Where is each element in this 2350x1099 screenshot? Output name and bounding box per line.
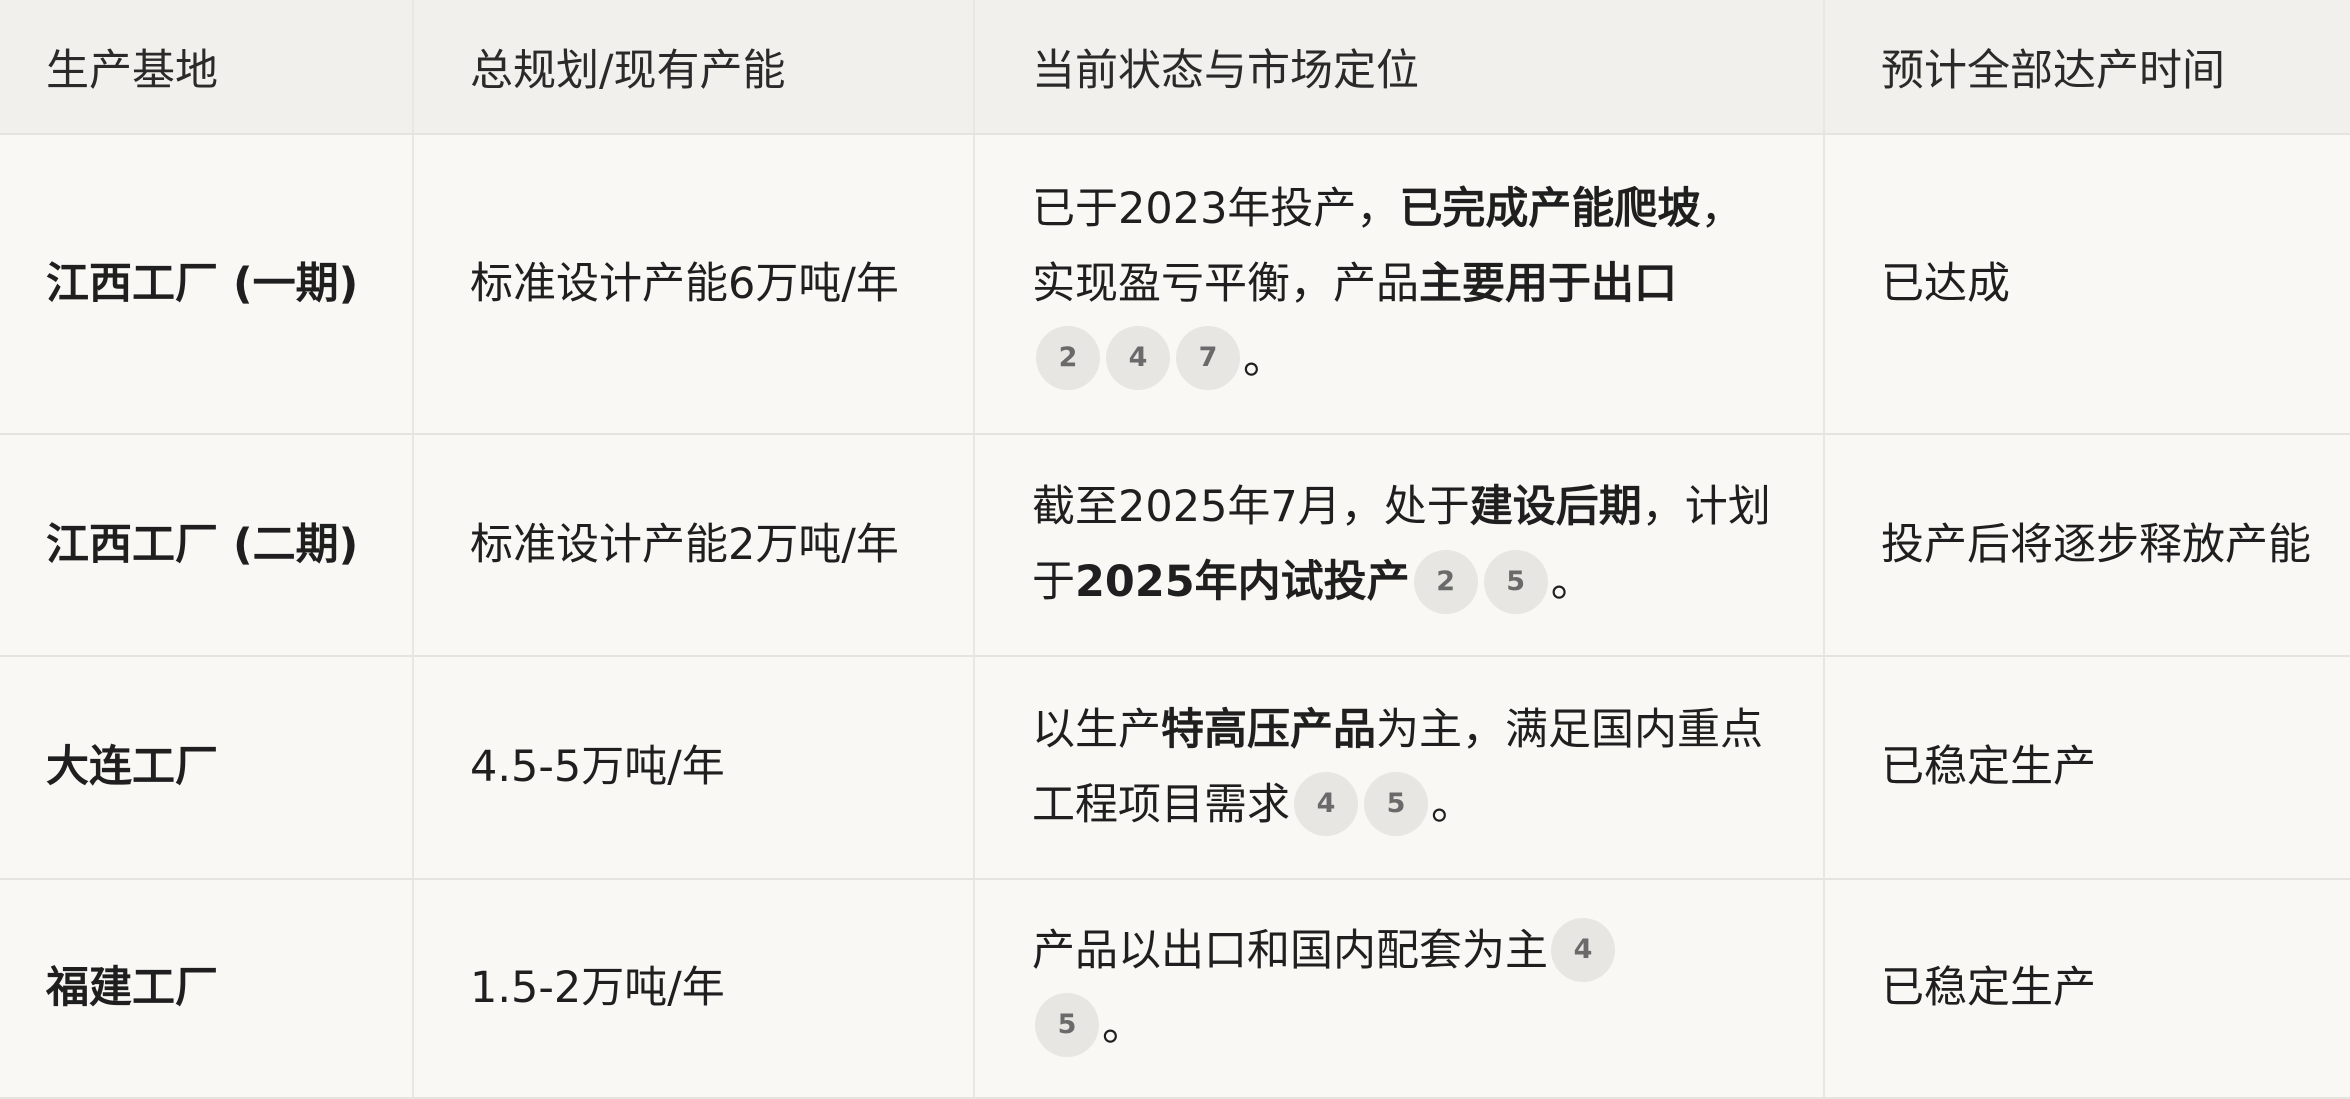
status-period: 。	[1550, 557, 1594, 607]
citation-badge[interactable]: 2	[1036, 326, 1100, 390]
capacity-cell: 1.5-2万吨/年	[413, 879, 975, 1099]
status-highlight: 特高压产品	[1161, 704, 1376, 755]
table-row: 江西工厂 (一期) 标准设计产能6万吨/年 已于2023年投产，已完成产能爬坡，…	[0, 134, 2350, 435]
citation-badge[interactable]: 4	[1551, 918, 1615, 982]
citation-badge[interactable]: 4	[1106, 326, 1170, 390]
citation-badge[interactable]: 7	[1176, 326, 1240, 390]
full-production-time-cell: 已达成	[1824, 134, 2350, 435]
header-production-base: 生产基地	[0, 0, 414, 135]
status-text: 产品以出口和国内配套为主	[1032, 925, 1548, 976]
production-base-cell: 福建工厂	[0, 879, 414, 1099]
full-production-time-cell: 投产后将逐步释放产能	[1824, 434, 2350, 657]
header-row: 生产基地 总规划/现有产能 当前状态与市场定位 预计全部达产时间	[0, 0, 2350, 135]
header-capacity: 总规划/现有产能	[413, 0, 975, 135]
citation-badge[interactable]: 5	[1364, 772, 1428, 836]
full-production-time-cell: 已稳定生产	[1824, 656, 2350, 880]
citation-badge[interactable]: 2	[1413, 549, 1478, 614]
status-text: 截至2025年7月，处于	[1032, 482, 1470, 532]
capacity-table: 生产基地 总规划/现有产能 当前状态与市场定位 预计全部达产时间 江西工厂 (一…	[0, 0, 2350, 1099]
header-full-production-time: 预计全部达产时间	[1824, 0, 2350, 135]
table-row: 福建工厂 1.5-2万吨/年 产品以出口和国内配套为主 4 5。 已稳定生产	[0, 879, 2350, 1099]
full-production-time-cell: 已稳定生产	[1824, 879, 2350, 1099]
citation-group: 45	[1290, 772, 1431, 836]
table-row: 大连工厂 4.5-5万吨/年 以生产特高压产品为主，满足国内重点工程项目需求 4 5…	[0, 656, 2350, 880]
citation-badge[interactable]: 5	[1483, 549, 1548, 614]
status-cell: 产品以出口和国内配套为主 4 5。	[974, 879, 1825, 1099]
table-row: 江西工厂 (二期) 标准设计产能2万吨/年 截至2025年7月，处于建设后期，计…	[0, 434, 2350, 657]
status-period: 。	[1243, 333, 1286, 384]
capacity-cell: 标准设计产能2万吨/年	[413, 434, 975, 657]
status-highlight: 2025年内试投产	[1075, 557, 1410, 607]
citation-badge[interactable]: 4	[1294, 772, 1358, 836]
citation-group: 25	[1410, 549, 1551, 614]
capacity-cell: 标准设计产能6万吨/年	[413, 134, 975, 435]
production-base-cell: 大连工厂	[0, 656, 414, 880]
status-cell: 以生产特高压产品为主，满足国内重点工程项目需求 4 5。	[974, 656, 1825, 880]
header-status: 当前状态与市场定位	[974, 0, 1825, 135]
status-cell: 已于2023年投产，已完成产能爬坡，实现盈亏平衡，产品主要用于出口 2 4 7。	[974, 134, 1825, 435]
status-text: 已于2023年投产，	[1032, 183, 1400, 234]
status-highlight: 建设后期	[1469, 482, 1642, 532]
status-period: 。	[1431, 779, 1474, 830]
citation-badge[interactable]: 5	[1035, 993, 1099, 1057]
status-text: 以生产	[1032, 704, 1161, 755]
status-cell: 截至2025年7月，处于建设后期，计划于2025年内试投产 2 5。	[974, 434, 1825, 657]
status-period: 。	[1102, 1000, 1145, 1051]
citation-group: 247	[1032, 326, 1243, 390]
production-base-cell: 江西工厂 (二期)	[0, 434, 414, 657]
production-base-cell: 江西工厂 (一期)	[0, 134, 414, 435]
status-highlight: 主要用于出口	[1419, 258, 1677, 309]
status-highlight: 已完成产能爬坡	[1399, 183, 1701, 234]
capacity-cell: 4.5-5万吨/年	[413, 656, 975, 880]
